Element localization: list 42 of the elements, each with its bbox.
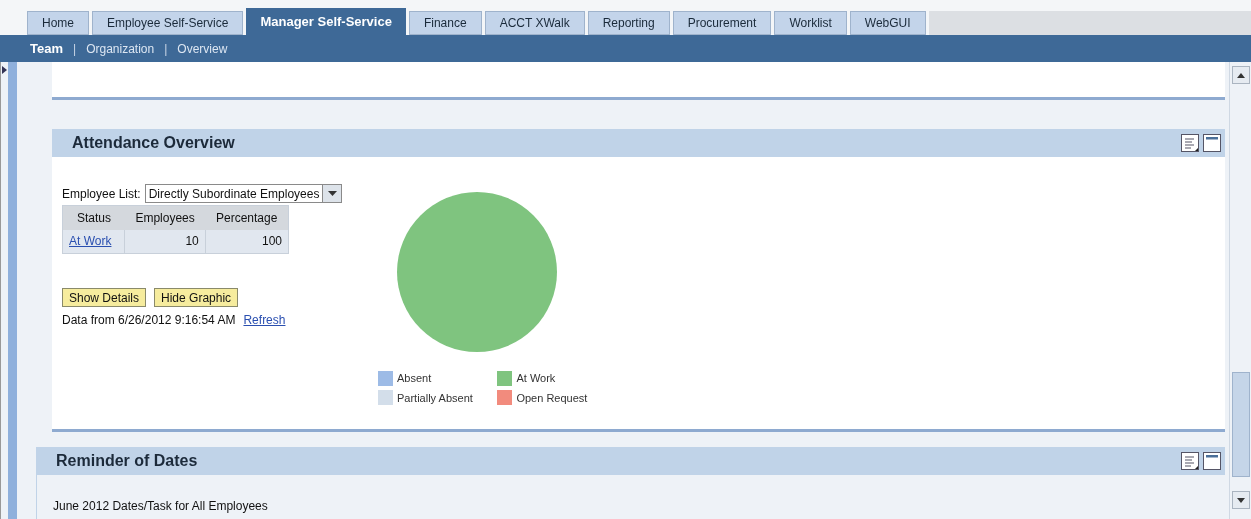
separator: | [73, 40, 77, 58]
minimize-icon[interactable] [1203, 134, 1221, 152]
table-cell: 100 [205, 229, 289, 254]
nav-tab[interactable]: Finance [408, 11, 482, 35]
scroll-down-icon[interactable] [1236, 497, 1245, 503]
refresh-link[interactable]: Refresh [243, 311, 286, 329]
table-cell: 10 [124, 229, 206, 254]
column-header: Percentage [205, 205, 289, 230]
minimize-icon[interactable] [1203, 452, 1221, 470]
legend-label: At Work [516, 371, 556, 386]
nav-tab[interactable]: Manager Self-Service [246, 8, 406, 35]
nav-tab[interactable]: Employee Self-Service [92, 11, 244, 35]
panel-title: Attendance Overview [72, 133, 235, 153]
scrollbar[interactable] [1229, 62, 1251, 519]
legend-label: Open Request [516, 390, 588, 406]
nav-tab[interactable]: Worklist [774, 11, 847, 35]
field-label: Employee List: [62, 185, 141, 203]
details-icon[interactable] [1181, 134, 1199, 152]
separator: | [164, 40, 168, 58]
action-button[interactable]: Show Details [62, 288, 147, 307]
reminder-text: June 2012 Dates/Task for All Employees [53, 499, 268, 513]
column-header: Employees [124, 205, 206, 230]
data-timestamp: Data from 6/26/2012 9:16:54 AM [62, 312, 236, 329]
nav-tab[interactable]: Reporting [587, 11, 670, 35]
action-button[interactable]: Hide Graphic [154, 288, 239, 307]
status-link[interactable]: At Work [69, 234, 112, 249]
dropdown-arrow-icon [327, 191, 337, 196]
subnav-link[interactable]: Organization [86, 39, 155, 58]
subnav-link[interactable]: Team [30, 38, 63, 59]
nav-tab[interactable]: WebGUI [849, 11, 926, 35]
column-header: Status [62, 205, 125, 230]
legend-label: Absent [397, 371, 432, 386]
subnav-link[interactable]: Overview [177, 39, 228, 58]
legend-label: Partially Absent [397, 390, 473, 406]
scroll-thumb[interactable] [1231, 372, 1250, 477]
details-icon[interactable] [1181, 452, 1199, 470]
nav-tab[interactable]: Home [27, 11, 89, 35]
nav-tab[interactable]: ACCT XWalk [484, 11, 585, 35]
panel-title: Reminder of Dates [56, 451, 198, 471]
employee-list-dropdown[interactable]: Directly Subordinate Employees [144, 184, 343, 203]
scroll-up-icon[interactable] [1236, 72, 1245, 78]
nav-tab[interactable]: Procurement [672, 11, 772, 35]
